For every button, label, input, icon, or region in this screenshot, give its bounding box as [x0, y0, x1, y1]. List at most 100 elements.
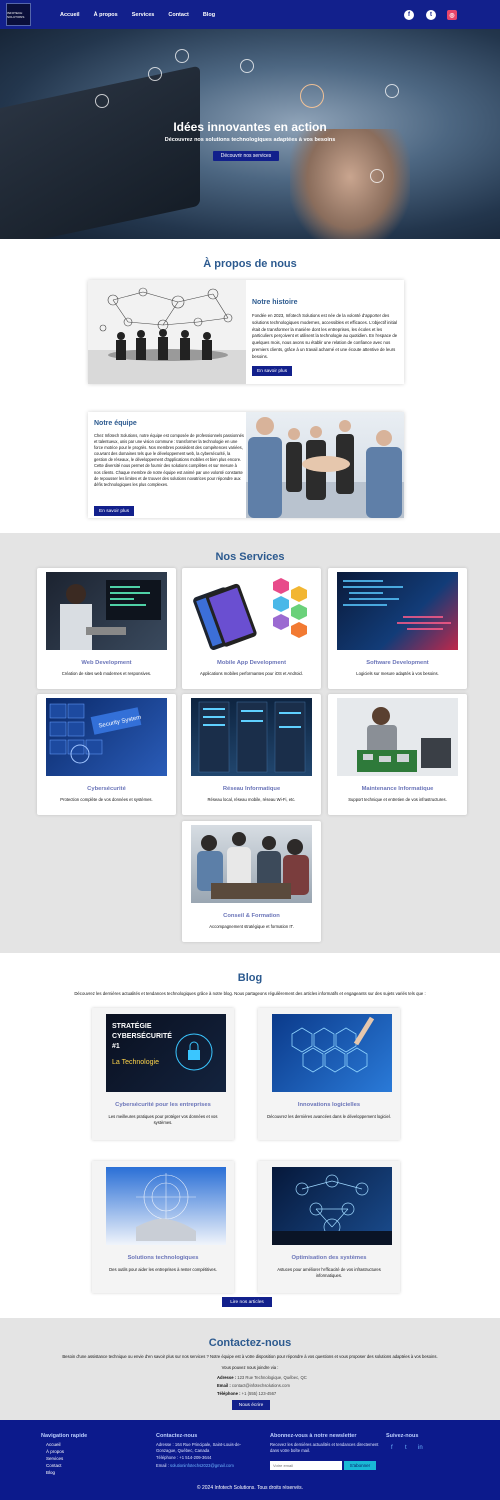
nav-link-a-propos[interactable]: À propos: [94, 12, 118, 18]
footer-facebook-icon[interactable]: f: [391, 1445, 393, 1451]
twitter-icon[interactable]: t: [426, 10, 436, 20]
service-card-web[interactable]: Web Development Création de sites web mo…: [37, 568, 176, 689]
contact-intro: Besoin d'une assistance technique ou env…: [62, 1354, 438, 1359]
footer-twitter-icon[interactable]: t: [405, 1445, 407, 1451]
network-icon: [175, 49, 189, 63]
strategy-cover-illustration: STRATÉGIE CYBERSÉCURITÉ #1 La Technologi…: [112, 1021, 213, 1071]
blog-title-optimisation: Optimisation des systèmes: [291, 1255, 367, 1261]
person-icon: [385, 84, 399, 98]
blog-desc-innovations: Découvrez les dernières avancées dans le…: [267, 1114, 391, 1119]
blog-card-cybersecurity[interactable]: STRATÉGIE CYBERSÉCURITÉ #1 La Technologi…: [92, 1008, 234, 1140]
footer-link-a-propos[interactable]: À propos: [46, 1449, 64, 1454]
contact-email-label: Email :: [217, 1383, 231, 1388]
cover-line-3: #1: [112, 1043, 120, 1050]
blog-card-optimisation[interactable]: Optimisation des systèmes Astuces pour a…: [258, 1161, 400, 1293]
blog-title-solutions: Solutions technologiques: [127, 1255, 199, 1261]
system-icons-illustration: [272, 1174, 392, 1245]
service-card-cybersecurity[interactable]: Security System Cybersécurité Protection…: [37, 694, 176, 815]
follow-title: Suivez-nous: [386, 1433, 419, 1439]
gear-icon: [95, 94, 109, 108]
service-title-consulting: Conseil & Formation: [223, 913, 280, 919]
service-title-network: Réseau Informatique: [222, 786, 281, 792]
blog-intro: Découvrez les dernières actualités et te…: [74, 991, 426, 996]
footer-email[interactable]: solutioninfotechs2023@gmail.com: [170, 1463, 234, 1468]
blog-image-optimisation: [272, 1167, 392, 1245]
service-desc-consulting: Accompagnement stratégique et formation …: [209, 924, 294, 929]
cloud-icon: [148, 67, 162, 81]
hand-illustration: [290, 129, 410, 239]
team-text: Chez Infotech Solutions, notre équipe es…: [94, 433, 244, 487]
footer-link-accueil[interactable]: Accueil: [46, 1442, 61, 1447]
history-card: Notre histoire Fondée en 2023, Infotech …: [88, 280, 404, 384]
contact-address: 123 Rue Technologique, Québec, QC: [237, 1375, 307, 1380]
read-articles-button[interactable]: Lire nos articles: [222, 1297, 272, 1307]
newsletter-text: Recevez les dernières actualités et tend…: [270, 1442, 379, 1453]
service-image-web: [46, 572, 167, 650]
blog-title: Blog: [237, 972, 263, 984]
contact-email[interactable]: contact@infotechsolutions.com: [232, 1383, 290, 1388]
chart-icon: [240, 59, 254, 73]
discover-services-button[interactable]: Découvrir nos services: [213, 151, 279, 161]
service-card-software[interactable]: Software Development Logiciels sur mesur…: [328, 568, 467, 689]
nav-link-contact[interactable]: Contact: [168, 12, 188, 18]
robot-hand-illustration: [136, 1173, 196, 1241]
service-image-software: [337, 572, 458, 650]
footer-link-blog[interactable]: Blog: [46, 1470, 55, 1475]
team-learn-more-button[interactable]: En savoir plus: [94, 506, 135, 516]
footer-phone: +1 514-209-3644: [179, 1455, 212, 1460]
service-image-cybersecurity: Security System: [46, 698, 167, 776]
write-us-button[interactable]: Nous écrire: [232, 1400, 270, 1410]
company-logo[interactable]: INFOTECH SOLUTIONS: [6, 3, 31, 26]
subscribe-button[interactable]: S'abonner: [344, 1461, 376, 1470]
nav-link-services[interactable]: Services: [132, 12, 155, 18]
service-image-network: [191, 698, 312, 776]
footer-address-label: Adresse :: [156, 1442, 174, 1447]
footer-contact-title: Contactez-nous: [156, 1433, 198, 1439]
code-screen-illustration: [343, 580, 451, 630]
footer-link-services[interactable]: Services: [46, 1456, 63, 1461]
nav-link-blog[interactable]: Blog: [203, 12, 215, 18]
blog-card-solutions[interactable]: Solutions technologiques Des outils pour…: [92, 1161, 234, 1293]
service-title-software: Software Development: [366, 660, 429, 666]
service-desc-software: Logiciels sur mesure adaptés à vos besoi…: [356, 671, 439, 676]
cover-line-4: La Technologie: [112, 1059, 159, 1066]
service-card-mobile[interactable]: Mobile App Development Applications mobi…: [182, 568, 321, 689]
security-keyboard-illustration: Security System: [49, 703, 142, 764]
consulting-team-illustration: [197, 832, 309, 899]
services-title: Nos Services: [215, 551, 285, 563]
contact-title: Contactez-nous: [208, 1337, 292, 1349]
team-image: [246, 412, 404, 518]
contact-email-row: Email : contact@infotechsolutions.com: [217, 1383, 290, 1388]
footer-linkedin-icon[interactable]: in: [418, 1445, 423, 1451]
newsletter-email-input[interactable]: [270, 1461, 342, 1470]
footer-phone-label: Téléphone :: [156, 1455, 179, 1460]
blog-image-cybersecurity: STRATÉGIE CYBERSÉCURITÉ #1 La Technologi…: [106, 1014, 226, 1092]
team-heading: Notre équipe: [94, 420, 137, 427]
service-title-web: Web Development: [81, 660, 132, 666]
service-card-network[interactable]: Réseau Informatique Réseau local, réseau…: [182, 694, 321, 815]
hexagon-tech-illustration: [291, 1016, 375, 1073]
server-rack-illustration: [198, 701, 306, 773]
copyright-text: © 2024 Infotech Solutions. Tous droits r…: [196, 1485, 304, 1491]
footer-email-row: Email : solutioninfotechs2023@gmail.com: [156, 1463, 234, 1469]
service-desc-web: Création de sites web modernes et respon…: [61, 671, 152, 676]
blog-card-innovations[interactable]: Innovations logicielles Découvrez les de…: [258, 1008, 400, 1140]
service-card-maintenance[interactable]: Maintenance Informatique Support techniq…: [328, 694, 467, 815]
nav-link-accueil[interactable]: Accueil: [60, 12, 80, 18]
service-card-consulting[interactable]: Conseil & Formation Accompagnement strat…: [182, 821, 321, 942]
blog-image-solutions: [106, 1167, 226, 1245]
contact-phone-label: Téléphone :: [217, 1391, 241, 1396]
facebook-icon[interactable]: f: [404, 10, 414, 20]
footer-link-contact[interactable]: Contact: [46, 1463, 62, 1468]
instagram-icon[interactable]: ◎: [447, 10, 457, 20]
blog-desc-cybersecurity: Les meilleures pratiques pour protéger v…: [108, 1114, 218, 1126]
hero-title: Idées innovantes en action: [173, 120, 327, 134]
history-heading: Notre histoire: [252, 299, 298, 306]
blog-title-cybersecurity: Cybersécurité pour les entreprises: [115, 1102, 211, 1108]
history-learn-more-button[interactable]: En savoir plus: [252, 366, 293, 376]
web-developer-illustration: [60, 580, 161, 650]
service-desc-mobile: Applications mobiles performantes pour i…: [200, 671, 303, 676]
team-hands-illustration: [246, 417, 404, 518]
history-image: [88, 280, 246, 384]
service-image-maintenance: [337, 698, 458, 776]
